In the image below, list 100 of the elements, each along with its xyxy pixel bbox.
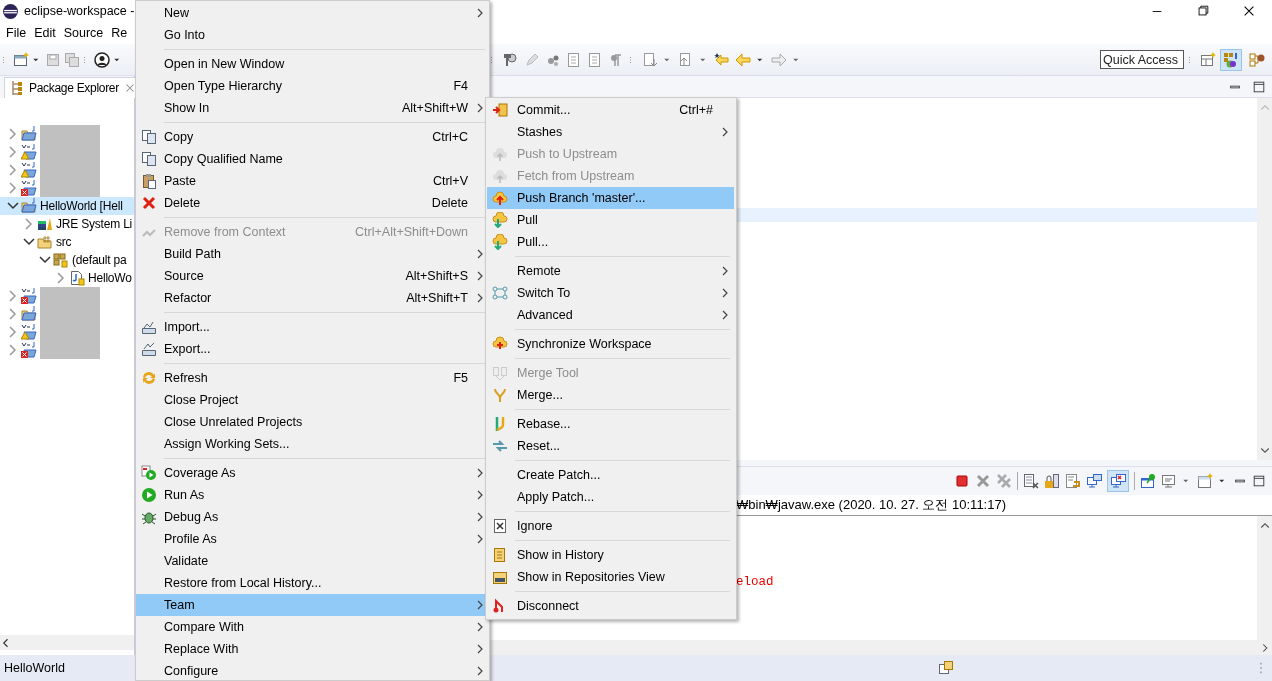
back-arrow-icon[interactable]: [714, 51, 730, 68]
maximize-icon[interactable]: [1252, 79, 1266, 94]
menu-bar-item[interactable]: Source: [59, 26, 108, 40]
restore-icon[interactable]: [1196, 4, 1210, 18]
tree-item[interactable]: src: [0, 233, 134, 251]
status-icon[interactable]: [938, 660, 954, 676]
menu-item[interactable]: Open in New Window: [136, 53, 489, 75]
stop-icon[interactable]: [954, 473, 970, 489]
menu-item[interactable]: Copy Qualified Name: [136, 148, 489, 170]
scroll-lock-icon[interactable]: [1044, 473, 1060, 489]
tool-icon[interactable]: [503, 51, 519, 68]
menu-item[interactable]: Export...: [136, 338, 489, 360]
menu-item[interactable]: Apply Patch...: [487, 486, 734, 508]
shortcut-label: Alt+Shift+S: [405, 269, 468, 283]
menu-item[interactable]: Stashes: [487, 121, 734, 143]
menu-item[interactable]: Remote: [487, 260, 734, 282]
menu-item[interactable]: Go Into: [136, 24, 489, 46]
tree-item[interactable]: HelloWo: [0, 269, 134, 287]
console-error-icon: [1110, 473, 1126, 489]
menu-item[interactable]: Commit... Ctrl+#: [487, 99, 734, 121]
cloud-upload-icon: [492, 168, 508, 184]
menu-item[interactable]: Disconnect: [487, 595, 734, 617]
vertical-scrollbar[interactable]: [1257, 98, 1272, 460]
menu-item[interactable]: Restore from Local History...: [136, 572, 489, 594]
menu-item[interactable]: Build Path: [136, 243, 489, 265]
menu-item[interactable]: Synchronize Workspace: [487, 333, 734, 355]
word-wrap-icon[interactable]: [1065, 473, 1081, 489]
document-icon[interactable]: [566, 51, 582, 68]
window-title: eclipse-workspace -: [24, 4, 135, 18]
menu-item[interactable]: Close Project: [136, 389, 489, 411]
menu-item[interactable]: Configure: [136, 660, 489, 680]
tree-item[interactable]: (default pa: [0, 251, 134, 269]
cloud-upload-icon: [492, 190, 508, 206]
menu-item[interactable]: Profile As: [136, 528, 489, 550]
person-icon[interactable]: [94, 51, 110, 68]
menu-item[interactable]: Reset...: [487, 435, 734, 457]
console-output-icon[interactable]: [1086, 473, 1102, 489]
copy-icon: [141, 129, 157, 145]
menu-item[interactable]: Delete Delete: [136, 192, 489, 214]
next-annotation-icon[interactable]: [642, 51, 658, 68]
menu-item[interactable]: Run As: [136, 484, 489, 506]
menu-item[interactable]: Rebase...: [487, 413, 734, 435]
menu-bar-item[interactable]: File: [2, 26, 31, 40]
repository-icon: [492, 569, 508, 585]
menu-item[interactable]: Copy Ctrl+C: [136, 126, 489, 148]
pin-icon[interactable]: [1140, 473, 1156, 489]
remove-icon[interactable]: [975, 473, 991, 489]
menu-item[interactable]: Close Unrelated Projects: [136, 411, 489, 433]
paragraph-icon[interactable]: [608, 51, 624, 68]
perspective-button[interactable]: [1220, 48, 1242, 71]
menu-item[interactable]: Merge...: [487, 384, 734, 406]
shortcut-label: Ctrl+V: [432, 174, 468, 188]
display-console-icon[interactable]: [1161, 473, 1177, 489]
tree-item[interactable]: HelloWorld [Hell: [0, 197, 134, 215]
remove-all-icon[interactable]: [996, 473, 1012, 489]
menu-item[interactable]: Show in Repositories View: [487, 566, 734, 588]
menu-item[interactable]: Coverage As: [136, 462, 489, 484]
vertical-scrollbar[interactable]: [1257, 516, 1272, 640]
menu-item[interactable]: Pull...: [487, 231, 734, 253]
back-arrow-icon[interactable]: [735, 51, 751, 68]
close-icon[interactable]: [1242, 4, 1256, 18]
menu-item[interactable]: Assign Working Sets...: [136, 433, 489, 455]
refresh-icon: [141, 370, 157, 386]
clear-console-icon[interactable]: [1023, 473, 1039, 489]
document-icon[interactable]: [587, 51, 603, 68]
menu-item[interactable]: Validate: [136, 550, 489, 572]
open-perspective-icon[interactable]: [1200, 51, 1216, 68]
save-all-icon[interactable]: [64, 51, 80, 68]
menu-bar-item[interactable]: Re: [107, 26, 132, 40]
menu-item[interactable]: Paste Ctrl+V: [136, 170, 489, 192]
ignore-icon: [492, 518, 508, 534]
menu-item[interactable]: Refresh F5: [136, 367, 489, 389]
menu-item[interactable]: Push Branch 'master'...: [487, 187, 734, 209]
menu-item[interactable]: Source Alt+Shift+S: [136, 265, 489, 287]
menu-item[interactable]: Create Patch...: [487, 464, 734, 486]
tree-item[interactable]: JRE System Li: [0, 215, 134, 233]
menu-item[interactable]: Advanced: [487, 304, 734, 326]
menu-bar-item[interactable]: Edit: [30, 26, 60, 40]
new-console-icon[interactable]: [1197, 473, 1213, 489]
copy-icon: [141, 151, 157, 167]
menu-item[interactable]: Import...: [136, 316, 489, 338]
menu-item[interactable]: Compare With: [136, 616, 489, 638]
forward-arrow-icon[interactable]: [771, 51, 787, 68]
quick-access-field[interactable]: Quick Access: [1100, 50, 1184, 69]
merge-icon: [492, 365, 508, 381]
bug-icon: [141, 509, 157, 525]
toggle-button[interactable]: [1107, 470, 1129, 492]
horizontal-scrollbar[interactable]: [0, 635, 134, 650]
menu-item[interactable]: Pull: [487, 209, 734, 231]
menu-item[interactable]: Debug As: [136, 506, 489, 528]
menu-item[interactable]: Switch To: [487, 282, 734, 304]
menu-item[interactable]: Show In Alt+Shift+W: [136, 97, 489, 119]
maximize-icon[interactable]: [1252, 474, 1266, 488]
menu-item[interactable]: Show in History: [487, 544, 734, 566]
new-window-icon[interactable]: [13, 51, 29, 68]
menu-item[interactable]: New: [136, 2, 489, 24]
menu-item[interactable]: Replace With: [136, 638, 489, 660]
error-project-icon: [21, 342, 37, 358]
menu-item[interactable]: Ignore: [487, 515, 734, 537]
menu-item[interactable]: Refactor Alt+Shift+T: [136, 287, 489, 309]
